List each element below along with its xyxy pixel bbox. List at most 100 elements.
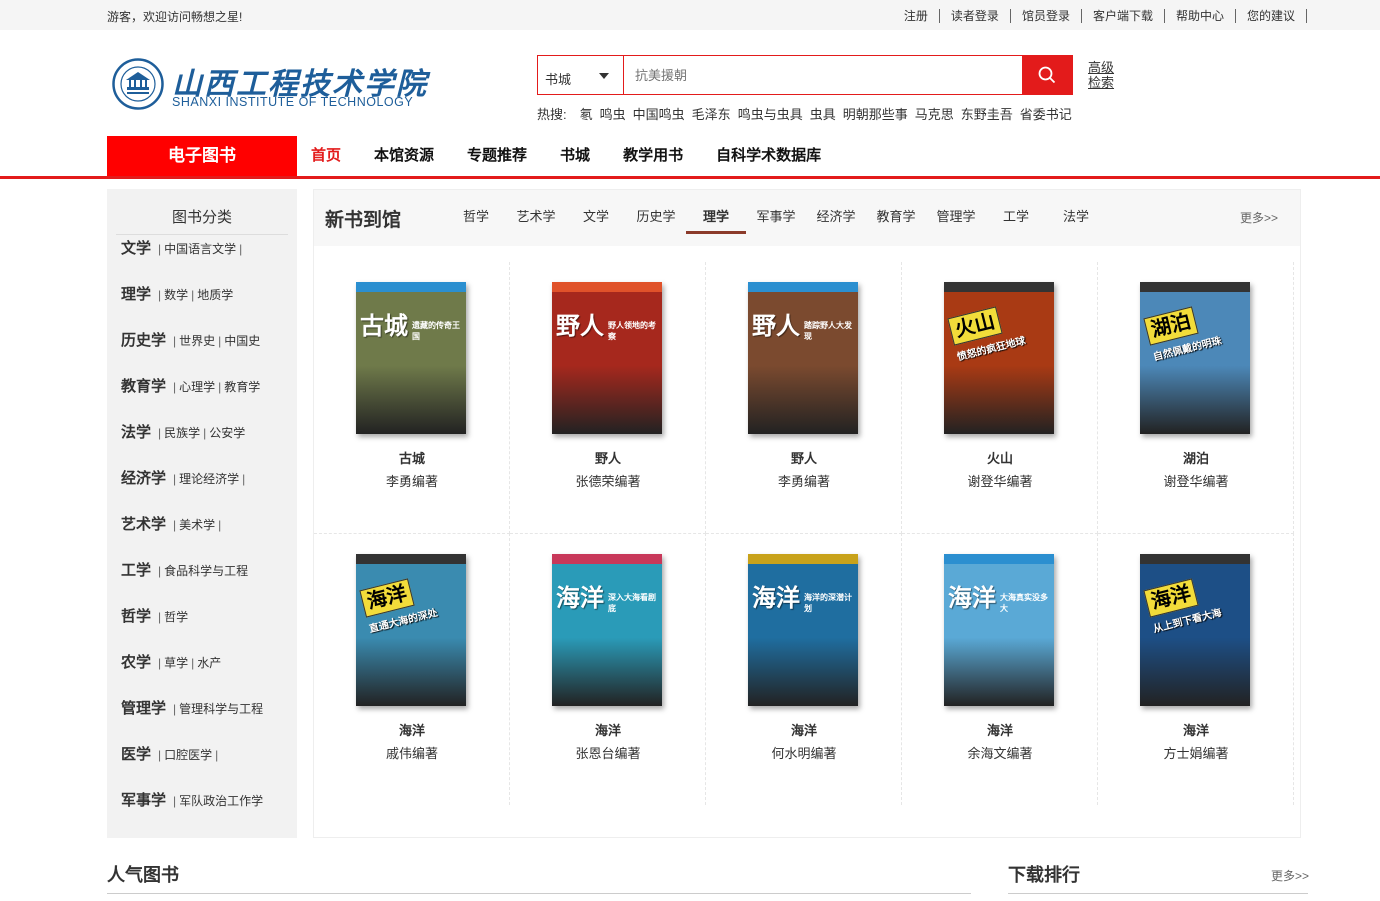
category-sub-link[interactable]: 教育学 — [224, 380, 260, 394]
category-main-link[interactable]: 管理学 — [121, 700, 166, 717]
category-sub-link[interactable]: 地质学 — [197, 288, 233, 302]
book-cover[interactable]: 海洋 从上到下看大海 — [1140, 554, 1250, 706]
register-link[interactable]: 注册 — [893, 9, 940, 23]
book-card[interactable]: 火山 愤怒的疯狂地球 火山 谢登华编著 — [902, 262, 1098, 534]
category-main-link[interactable]: 教育学 — [121, 378, 166, 395]
hot-term[interactable]: 省委书记 — [1020, 104, 1072, 123]
category-sub-link[interactable]: 美术学 — [179, 518, 215, 532]
hot-term[interactable]: 鸣虫与虫具 — [738, 104, 803, 123]
search-input[interactable] — [625, 56, 1023, 94]
category-sub-link[interactable]: 食品科学与工程 — [164, 564, 248, 578]
book-cover[interactable]: 海洋 大海真实没多大 — [944, 554, 1054, 706]
book-title[interactable]: 湖泊 — [1098, 448, 1294, 467]
category-sub-link[interactable]: 哲学 — [164, 610, 188, 624]
book-card[interactable]: 野人 野人领地的考察 野人 张德荣编著 — [510, 262, 706, 534]
hot-term[interactable]: 马克思 — [915, 104, 954, 123]
subject-tab[interactable]: 经济学 — [806, 204, 866, 234]
book-card[interactable]: 古城 遗藏的传奇王国 古城 李勇编著 — [314, 262, 510, 534]
book-title[interactable]: 海洋 — [902, 720, 1098, 739]
category-main-link[interactable]: 军事学 — [121, 792, 166, 809]
advanced-search-link[interactable]: 高级 检索 — [1088, 60, 1114, 90]
category-sub-link[interactable]: 中国史 — [224, 334, 260, 348]
book-title[interactable]: 海洋 — [706, 720, 902, 739]
category-sub-link[interactable]: 水产 — [197, 656, 221, 670]
search-button[interactable] — [1022, 56, 1072, 94]
category-main-link[interactable]: 经济学 — [121, 470, 166, 487]
book-cover[interactable]: 海洋 深入大海看剧底 — [552, 554, 662, 706]
hot-term[interactable]: 毛泽东 — [692, 104, 731, 123]
category-sub-link[interactable]: 草学 — [164, 656, 188, 670]
category-sub-link[interactable]: 心理学 — [179, 380, 215, 394]
book-card[interactable]: 野人 踏踪野人大发现 野人 李勇编著 — [706, 262, 902, 534]
book-card[interactable]: 海洋 大海真实没多大 海洋 余海文编著 — [902, 533, 1098, 805]
subject-tab[interactable]: 工学 — [986, 204, 1046, 234]
help-center-link[interactable]: 帮助中心 — [1165, 9, 1236, 23]
category-sub-link[interactable]: 公安学 — [209, 426, 245, 440]
search-scope-select[interactable]: 书城 — [538, 56, 624, 94]
book-card[interactable]: 湖泊 自然佩戴的明珠 湖泊 谢登华编著 — [1098, 262, 1294, 534]
subject-tab[interactable]: 军事学 — [746, 204, 806, 234]
category-sub-link[interactable]: 口腔医学 — [164, 748, 212, 762]
hot-term[interactable]: 明朝那些事 — [843, 104, 908, 123]
nav-item-science-database[interactable]: 自科学术数据库 — [702, 136, 835, 176]
reader-login-link[interactable]: 读者登录 — [940, 9, 1011, 23]
nav-item-featured[interactable]: 专题推荐 — [453, 136, 541, 176]
subject-tab[interactable]: 艺术学 — [506, 204, 566, 234]
book-cover[interactable]: 野人 野人领地的考察 — [552, 282, 662, 434]
category-main-link[interactable]: 艺术学 — [121, 516, 166, 533]
librarian-login-link[interactable]: 馆员登录 — [1011, 9, 1082, 23]
hot-term[interactable]: 东野圭吾 — [961, 104, 1013, 123]
book-cover[interactable]: 古城 遗藏的传奇王国 — [356, 282, 466, 434]
category-main-link[interactable]: 哲学 — [121, 608, 151, 625]
subject-tab[interactable]: 教育学 — [866, 204, 926, 234]
book-title[interactable]: 海洋 — [1098, 720, 1294, 739]
book-cover[interactable]: 野人 踏踪野人大发现 — [748, 282, 858, 434]
hot-term[interactable]: 鸣虫 — [600, 104, 626, 123]
site-logo[interactable]: 山西工程技术学院 SHANXI INSTITUTE OF TECHNOLOGY — [112, 55, 426, 115]
hot-term[interactable]: 中国鸣虫 — [633, 104, 685, 123]
book-title[interactable]: 火山 — [902, 448, 1098, 467]
category-main-link[interactable]: 历史学 — [121, 332, 166, 349]
book-title[interactable]: 野人 — [706, 448, 902, 467]
suggestion-link[interactable]: 您的建议 — [1236, 9, 1307, 23]
subject-tab[interactable]: 文学 — [566, 204, 626, 234]
subject-tab[interactable]: 历史学 — [626, 204, 686, 234]
hot-term[interactable]: 虫具 — [810, 104, 836, 123]
download-ranking-more-link[interactable]: 更多>> — [1271, 867, 1309, 884]
category-main-link[interactable]: 农学 — [121, 654, 151, 671]
category-sub-link[interactable]: 中国语言文学 — [164, 242, 236, 256]
subject-tab[interactable]: 法学 — [1046, 204, 1106, 234]
book-card[interactable]: 海洋 深入大海看剧底 海洋 张恩台编著 — [510, 533, 706, 805]
ebook-category-button[interactable]: 电子图书 — [107, 136, 297, 176]
category-sub-link[interactable]: 世界史 — [179, 334, 215, 348]
nav-item-bookstore[interactable]: 书城 — [546, 136, 604, 176]
book-cover[interactable]: 湖泊 自然佩戴的明珠 — [1140, 282, 1250, 434]
subject-tab[interactable]: 管理学 — [926, 204, 986, 234]
nav-item-library-resources[interactable]: 本馆资源 — [360, 136, 448, 176]
category-main-link[interactable]: 医学 — [121, 746, 151, 763]
book-title[interactable]: 海洋 — [510, 720, 706, 739]
client-download-link[interactable]: 客户端下载 — [1082, 9, 1165, 23]
hot-term[interactable]: 氡 — [580, 104, 593, 123]
subject-tab[interactable]: 哲学 — [446, 204, 506, 234]
book-cover[interactable]: 海洋 直通大海的深处 — [356, 554, 466, 706]
book-title[interactable]: 野人 — [510, 448, 706, 467]
category-sub-link[interactable]: 军队政治工作学 — [179, 794, 263, 808]
book-card[interactable]: 海洋 从上到下看大海 海洋 方士娟编著 — [1098, 533, 1294, 805]
subject-tab[interactable]: 理学 — [686, 204, 746, 234]
book-cover[interactable]: 海洋 海洋的深潜计划 — [748, 554, 858, 706]
category-main-link[interactable]: 工学 — [121, 562, 151, 579]
book-title[interactable]: 古城 — [314, 448, 510, 467]
category-sub-link[interactable]: 理论经济学 — [179, 472, 239, 486]
nav-item-home[interactable]: 首页 — [297, 136, 355, 176]
category-sub-link[interactable]: 数学 — [164, 288, 188, 302]
nav-item-textbooks[interactable]: 教学用书 — [609, 136, 697, 176]
category-sub-link[interactable]: 管理科学与工程 — [179, 702, 263, 716]
book-card[interactable]: 海洋 海洋的深潜计划 海洋 何水明编著 — [706, 533, 902, 805]
category-main-link[interactable]: 理学 — [121, 286, 151, 303]
book-card[interactable]: 海洋 直通大海的深处 海洋 戚伟编著 — [314, 533, 510, 805]
category-sub-link[interactable]: 民族学 — [164, 426, 200, 440]
book-title[interactable]: 海洋 — [314, 720, 510, 739]
category-main-link[interactable]: 文学 — [121, 240, 151, 257]
book-cover[interactable]: 火山 愤怒的疯狂地球 — [944, 282, 1054, 434]
